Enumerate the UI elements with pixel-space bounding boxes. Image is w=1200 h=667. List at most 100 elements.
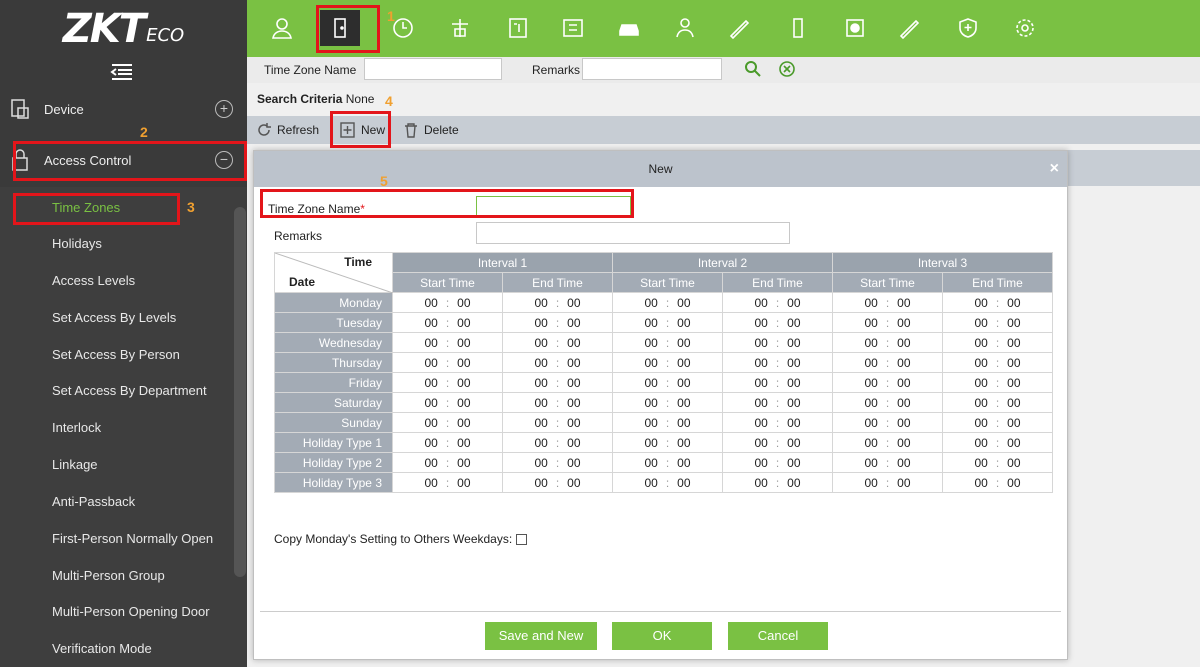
hour-field[interactable]: 00 <box>424 476 437 490</box>
sidebar-item-anti-passback[interactable]: Anti-Passback <box>52 494 135 509</box>
hour-field[interactable]: 00 <box>864 356 877 370</box>
hour-field[interactable]: 00 <box>974 416 987 430</box>
hour-field[interactable]: 00 <box>754 416 767 430</box>
delete-button[interactable]: Delete <box>402 121 459 139</box>
start-time-cell[interactable]: 00:00 <box>832 312 943 333</box>
search-icon[interactable] <box>744 60 762 78</box>
start-time-cell[interactable]: 00:00 <box>392 292 503 313</box>
sidebar-item-set-access-by-person[interactable]: Set Access By Person <box>52 347 180 362</box>
minute-field[interactable]: 00 <box>457 356 470 370</box>
hour-field[interactable]: 00 <box>864 376 877 390</box>
collapse-menu-icon[interactable] <box>110 63 134 81</box>
minute-field[interactable]: 00 <box>457 336 470 350</box>
sidebar-item-holidays[interactable]: Holidays <box>52 236 102 251</box>
minute-field[interactable]: 00 <box>787 416 800 430</box>
start-time-cell[interactable]: 00:00 <box>612 412 723 433</box>
end-time-cell[interactable]: 00:00 <box>722 452 833 473</box>
hour-field[interactable]: 00 <box>424 336 437 350</box>
minute-field[interactable]: 00 <box>567 396 580 410</box>
end-time-cell[interactable]: 00:00 <box>502 332 613 353</box>
start-time-cell[interactable]: 00:00 <box>612 472 723 493</box>
hour-field[interactable]: 00 <box>534 476 547 490</box>
minute-field[interactable]: 00 <box>1007 396 1020 410</box>
end-time-cell[interactable]: 00:00 <box>942 352 1053 373</box>
end-time-cell[interactable]: 00:00 <box>722 412 833 433</box>
minute-field[interactable]: 00 <box>897 296 910 310</box>
hour-field[interactable]: 00 <box>974 316 987 330</box>
end-time-cell[interactable]: 00:00 <box>942 412 1053 433</box>
end-time-cell[interactable]: 00:00 <box>502 312 613 333</box>
hour-field[interactable]: 00 <box>534 356 547 370</box>
hour-field[interactable]: 00 <box>974 296 987 310</box>
end-time-cell[interactable]: 00:00 <box>722 432 833 453</box>
sidebar-item-multi-person-group[interactable]: Multi-Person Group <box>52 568 165 583</box>
end-time-cell[interactable]: 00:00 <box>942 332 1053 353</box>
hour-field[interactable]: 00 <box>974 356 987 370</box>
hour-field[interactable]: 00 <box>974 396 987 410</box>
ok-button[interactable]: OK <box>612 622 712 650</box>
search-tz-name-input[interactable] <box>364 58 502 80</box>
start-time-cell[interactable]: 00:00 <box>392 332 503 353</box>
patrol-icon[interactable] <box>665 10 705 46</box>
end-time-cell[interactable]: 00:00 <box>942 452 1053 473</box>
hour-field[interactable]: 00 <box>424 296 437 310</box>
end-time-cell[interactable]: 00:00 <box>722 292 833 313</box>
hour-field[interactable]: 00 <box>864 456 877 470</box>
minute-field[interactable]: 00 <box>1007 316 1020 330</box>
hour-field[interactable]: 00 <box>424 416 437 430</box>
hour-field[interactable]: 00 <box>424 436 437 450</box>
minute-field[interactable]: 00 <box>1007 336 1020 350</box>
copy-monday-checkbox[interactable] <box>516 533 528 545</box>
hour-field[interactable]: 00 <box>754 296 767 310</box>
minute-field[interactable]: 00 <box>897 336 910 350</box>
minute-field[interactable]: 00 <box>787 456 800 470</box>
start-time-cell[interactable]: 00:00 <box>392 432 503 453</box>
end-time-cell[interactable]: 00:00 <box>942 372 1053 393</box>
minute-field[interactable]: 00 <box>457 416 470 430</box>
elevator-icon[interactable] <box>440 10 480 46</box>
hour-field[interactable]: 00 <box>974 476 987 490</box>
minute-field[interactable]: 00 <box>677 356 690 370</box>
minute-field[interactable]: 00 <box>897 456 910 470</box>
minute-field[interactable]: 00 <box>567 316 580 330</box>
minute-field[interactable]: 00 <box>787 336 800 350</box>
start-time-cell[interactable]: 00:00 <box>612 432 723 453</box>
hour-field[interactable]: 00 <box>644 336 657 350</box>
minute-field[interactable]: 00 <box>677 296 690 310</box>
hour-field[interactable]: 00 <box>534 436 547 450</box>
minute-field[interactable]: 00 <box>787 316 800 330</box>
minute-field[interactable]: 00 <box>677 416 690 430</box>
minute-field[interactable]: 00 <box>457 436 470 450</box>
hour-field[interactable]: 00 <box>864 436 877 450</box>
start-time-cell[interactable]: 00:00 <box>392 372 503 393</box>
minute-field[interactable]: 00 <box>677 396 690 410</box>
pen-icon[interactable] <box>720 10 760 46</box>
start-time-cell[interactable]: 00:00 <box>832 452 943 473</box>
consumer-icon[interactable] <box>778 10 818 46</box>
minute-field[interactable]: 00 <box>677 316 690 330</box>
end-time-cell[interactable]: 00:00 <box>502 412 613 433</box>
hour-field[interactable]: 00 <box>644 296 657 310</box>
sidebar-item-multi-person-opening-door[interactable]: Multi-Person Opening Door <box>52 604 210 619</box>
sidebar-item-first-person-normally-open[interactable]: First-Person Normally Open <box>52 531 213 546</box>
start-time-cell[interactable]: 00:00 <box>392 452 503 473</box>
hour-field[interactable]: 00 <box>864 316 877 330</box>
end-time-cell[interactable]: 00:00 <box>722 392 833 413</box>
refresh-button[interactable]: Refresh <box>255 121 319 139</box>
end-time-cell[interactable]: 00:00 <box>502 392 613 413</box>
hour-field[interactable]: 00 <box>974 436 987 450</box>
parking-icon[interactable] <box>553 10 593 46</box>
minute-field[interactable]: 00 <box>1007 296 1020 310</box>
hour-field[interactable]: 00 <box>754 396 767 410</box>
minute-field[interactable]: 00 <box>457 456 470 470</box>
hour-field[interactable]: 00 <box>534 456 547 470</box>
sidebar-item-interlock[interactable]: Interlock <box>52 420 101 435</box>
hour-field[interactable]: 00 <box>424 396 437 410</box>
sidebar-scrollbar[interactable] <box>234 207 246 577</box>
end-time-cell[interactable]: 00:00 <box>502 292 613 313</box>
dialog-remarks-input[interactable] <box>476 222 790 244</box>
start-time-cell[interactable]: 00:00 <box>832 292 943 313</box>
minute-field[interactable]: 00 <box>457 476 470 490</box>
minute-field[interactable]: 00 <box>787 436 800 450</box>
minute-field[interactable]: 00 <box>567 476 580 490</box>
